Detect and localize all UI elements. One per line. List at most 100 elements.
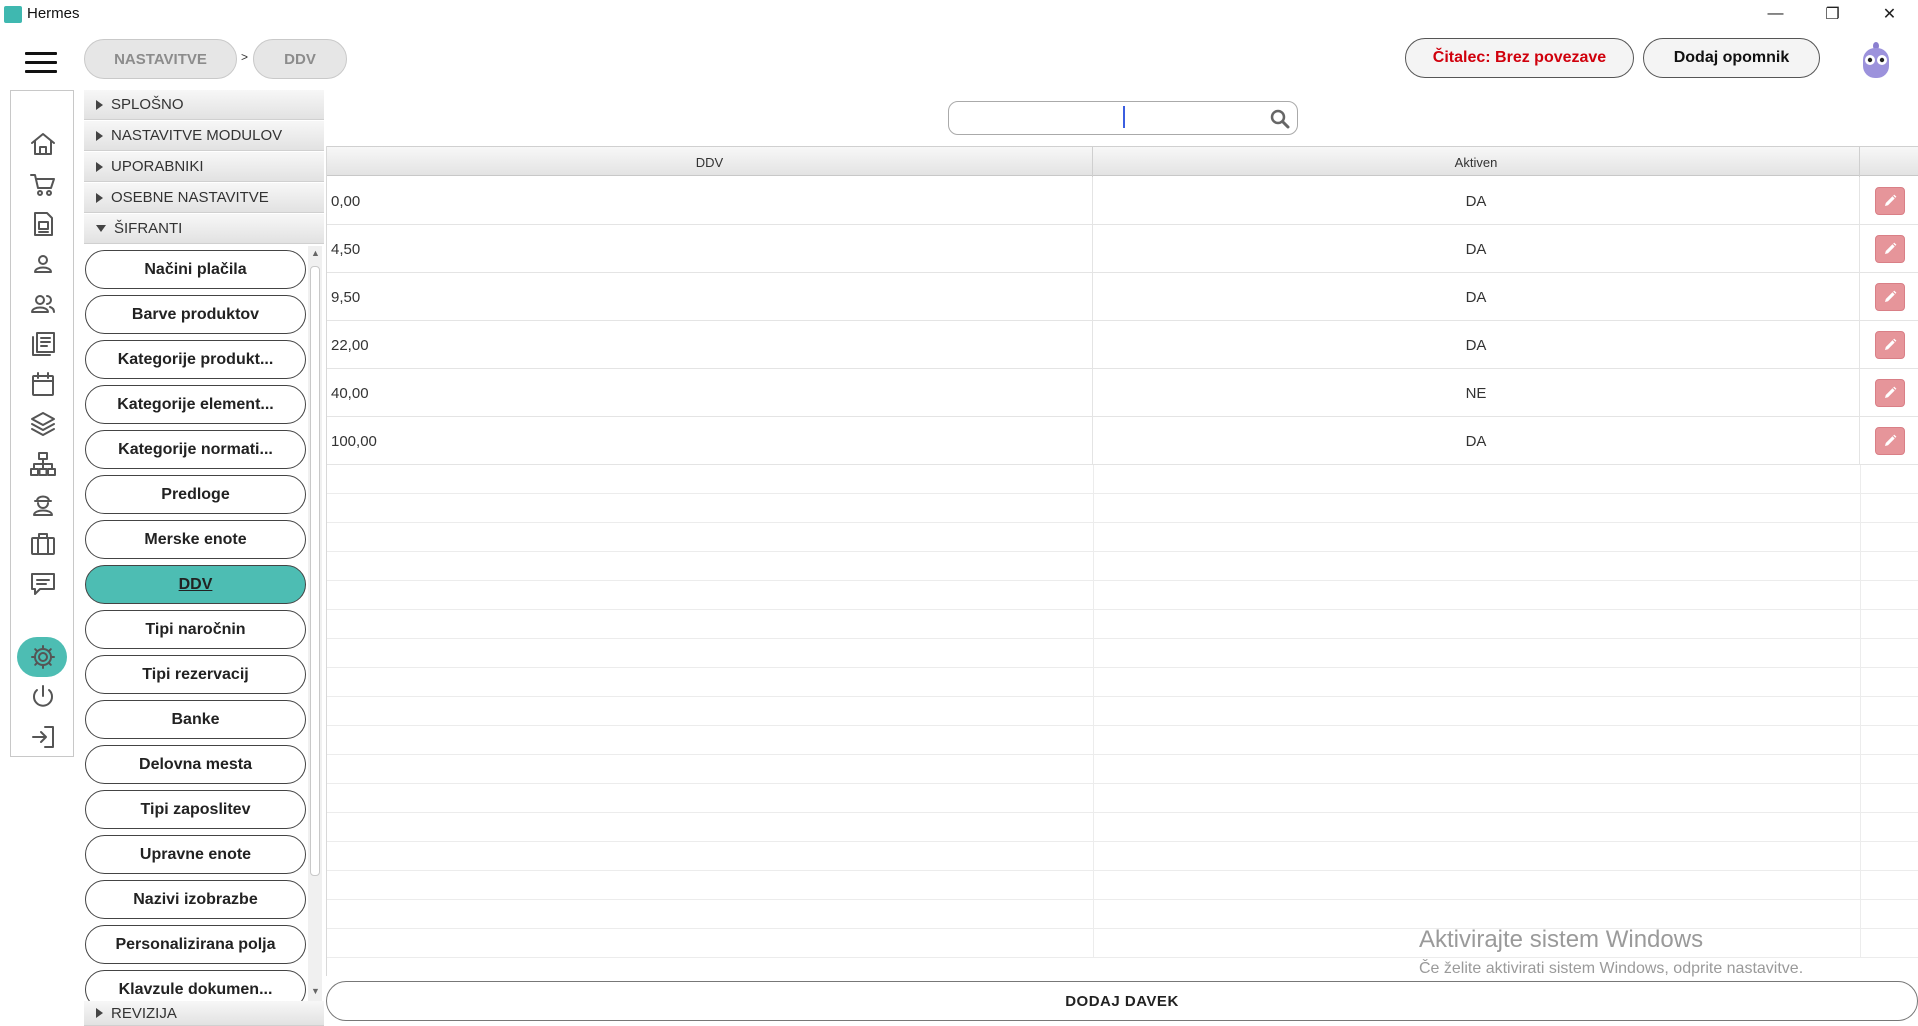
empty-row: [327, 494, 1918, 523]
table-row[interactable]: 100,00 DA: [327, 417, 1918, 465]
edit-button[interactable]: [1874, 283, 1905, 311]
cell-actions: [1860, 273, 1918, 321]
edit-button[interactable]: [1874, 379, 1905, 407]
windows-activation-watermark-title: Aktivirajte sistem Windows: [1419, 926, 1704, 953]
table-row[interactable]: 40,00 NE: [327, 369, 1918, 417]
sifranti-item[interactable]: Kategorije produkt...: [85, 340, 306, 379]
empty-row: [327, 726, 1918, 755]
list-scrollbar[interactable]: ▲ ▼: [308, 246, 322, 1001]
add-tax-button[interactable]: DODAJ DAVEK: [326, 981, 1918, 1021]
empty-row: [327, 813, 1918, 842]
edit-button[interactable]: [1874, 427, 1905, 455]
sifranti-list: ▲ ▼ Načini plačila Barve produktov Kategor…: [84, 246, 324, 1001]
search-icon[interactable]: [1269, 108, 1291, 130]
expand-arrow-icon: [96, 192, 103, 203]
scrollbar-thumb[interactable]: [310, 266, 320, 876]
people-icon[interactable]: [28, 289, 58, 319]
reader-status-button[interactable]: Čitalec: Brez povezave: [1405, 38, 1634, 78]
scroll-up-icon[interactable]: ▲: [311, 248, 320, 258]
section-label: OSEBNE NASTAVITVE: [111, 189, 269, 206]
section-osebne-nastavitve[interactable]: OSEBNE NASTAVITVE: [84, 183, 324, 213]
cell-actions: [1860, 225, 1918, 273]
sifranti-item[interactable]: Personalizirana polja: [85, 925, 306, 964]
windows-activation-watermark-text: Če želite aktivirati sistem Windows, odp…: [1419, 960, 1804, 977]
news-icon[interactable]: [28, 329, 58, 359]
chat-icon[interactable]: [28, 569, 58, 599]
section-label: SPLOŠNO: [111, 96, 184, 113]
sifranti-item[interactable]: Delovna mesta: [85, 745, 306, 784]
sifranti-item[interactable]: Načini plačila: [85, 250, 306, 289]
expand-arrow-icon: [96, 130, 103, 141]
power-icon[interactable]: [28, 682, 58, 712]
edit-button[interactable]: [1874, 331, 1905, 359]
pencil-icon: [1884, 290, 1896, 302]
sifranti-item[interactable]: Merske enote: [85, 520, 306, 559]
user-avatar-icon[interactable]: [1858, 38, 1894, 80]
table-row[interactable]: 9,50 DA: [327, 273, 1918, 321]
worker-icon[interactable]: [28, 489, 58, 519]
expand-arrow-icon: [96, 1008, 103, 1018]
cell-actions: [1860, 417, 1918, 465]
table-row[interactable]: 4,50 DA: [327, 225, 1918, 273]
minimize-button[interactable]: —: [1747, 0, 1804, 28]
cart-icon[interactable]: [28, 169, 58, 199]
column-header-ddv[interactable]: DDV: [327, 147, 1093, 177]
add-reminder-button[interactable]: Dodaj opomnik: [1643, 38, 1820, 78]
layers-icon[interactable]: [28, 409, 58, 439]
table-row[interactable]: 0,00 DA: [327, 177, 1918, 225]
sifranti-item[interactable]: Tipi zaposlitev: [85, 790, 306, 829]
sifranti-item[interactable]: Barve produktov: [85, 295, 306, 334]
sifranti-item[interactable]: Kategorije element...: [85, 385, 306, 424]
section-splosno[interactable]: SPLOŠNO: [84, 90, 324, 120]
section-uporabniki[interactable]: UPORABNIKI: [84, 152, 324, 182]
breadcrumb-item-ddv[interactable]: DDV: [253, 39, 347, 79]
sifranti-item[interactable]: Nazivi izobrazbe: [85, 880, 306, 919]
cell-actions: [1860, 321, 1918, 369]
breadcrumb-item-nastavitve[interactable]: NASTAVITVE: [84, 39, 237, 79]
close-button[interactable]: ✕: [1861, 0, 1918, 28]
table-header: DDV Aktiven: [327, 146, 1918, 177]
cell-aktiven: DA: [1093, 225, 1860, 273]
empty-row: [327, 552, 1918, 581]
cell-ddv: 40,00: [327, 369, 1093, 417]
section-label: REVIZIJA: [111, 1004, 177, 1022]
sifranti-item[interactable]: Upravne enote: [85, 835, 306, 874]
search-input[interactable]: [959, 106, 1259, 130]
edit-button[interactable]: [1874, 187, 1905, 215]
sifranti-item[interactable]: Klavzule dokumen...: [85, 970, 306, 1001]
section-sifranti[interactable]: ŠIFRANTI: [84, 214, 324, 244]
scroll-down-icon[interactable]: ▼: [311, 986, 320, 996]
section-revizija[interactable]: REVIZIJA: [84, 1001, 324, 1026]
table-row[interactable]: 22,00 DA: [327, 321, 1918, 369]
cell-ddv: 9,50: [327, 273, 1093, 321]
column-header-aktiven[interactable]: Aktiven: [1093, 147, 1860, 177]
document-icon[interactable]: [28, 209, 58, 239]
sifranti-item[interactable]: Kategorije normati...: [85, 430, 306, 469]
app-logo-icon: [4, 6, 22, 23]
section-label: UPORABNIKI: [111, 158, 204, 175]
cell-aktiven: DA: [1093, 321, 1860, 369]
settings-icon[interactable]: [28, 642, 58, 672]
empty-row: [327, 900, 1918, 929]
empty-row: [327, 668, 1918, 697]
hamburger-menu-icon[interactable]: [25, 52, 57, 74]
person-icon[interactable]: [28, 249, 58, 279]
briefcase-icon[interactable]: [28, 529, 58, 559]
sifranti-item[interactable]: Tipi rezervacij: [85, 655, 306, 694]
expand-arrow-icon: [96, 99, 103, 110]
logout-icon[interactable]: [28, 722, 58, 752]
edit-button[interactable]: [1874, 235, 1905, 263]
sifranti-item[interactable]: Tipi naročnin: [85, 610, 306, 649]
empty-row: [327, 581, 1918, 610]
empty-row: [327, 639, 1918, 668]
network-icon[interactable]: [28, 449, 58, 479]
sifranti-item[interactable]: DDV: [85, 565, 306, 604]
home-icon[interactable]: [28, 129, 58, 159]
sifranti-item[interactable]: Banke: [85, 700, 306, 739]
breadcrumb-separator: >: [241, 50, 249, 64]
empty-row: [327, 610, 1918, 639]
restore-button[interactable]: ❐: [1804, 0, 1861, 28]
sifranti-item[interactable]: Predloge: [85, 475, 306, 514]
calendar-icon[interactable]: [28, 369, 58, 399]
section-nastavitve-modulov[interactable]: NASTAVITVE MODULOV: [84, 121, 324, 151]
